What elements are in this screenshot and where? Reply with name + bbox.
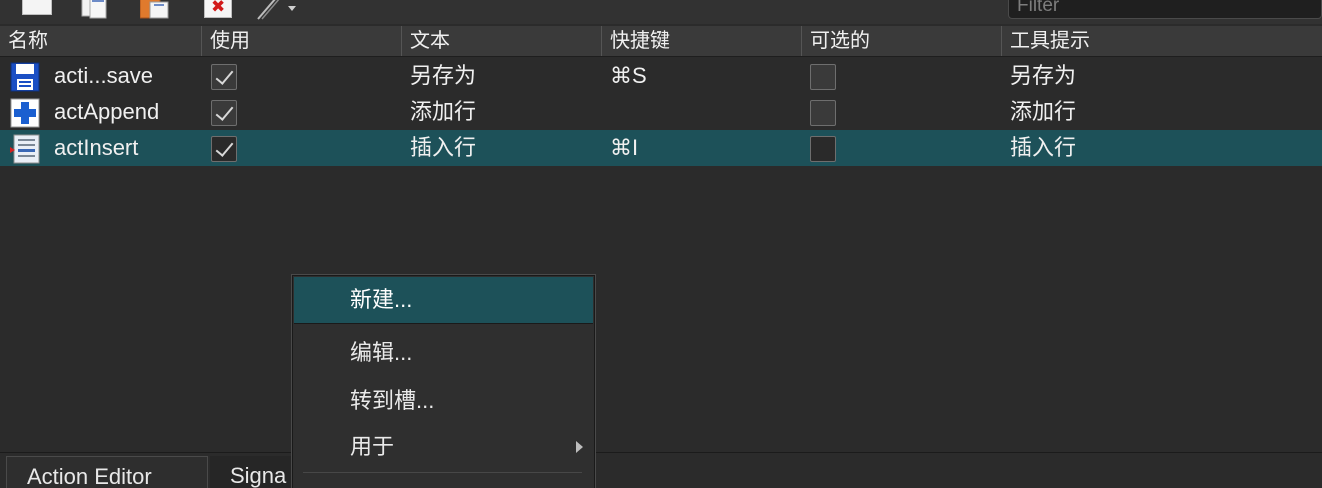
column-header-checkable[interactable]: 可选的 bbox=[802, 26, 1002, 56]
row-text: 添加行 bbox=[410, 99, 477, 124]
delete-icon: ✖ bbox=[211, 0, 226, 16]
row-name: actInsert bbox=[54, 135, 139, 160]
new-document-icon bbox=[22, 0, 52, 15]
used-checkbox[interactable] bbox=[211, 64, 237, 90]
row-shortcut: ⌘S bbox=[610, 63, 647, 88]
copy-action-button[interactable] bbox=[80, 0, 116, 20]
column-header-tooltip[interactable]: 工具提示 bbox=[1002, 26, 1322, 56]
table-header: 名称 使用 文本 快捷键 可选的 工具提示 bbox=[0, 26, 1322, 57]
column-header-shortcut[interactable]: 快捷键 bbox=[602, 26, 802, 56]
filter-field[interactable] bbox=[1008, 0, 1322, 19]
tab-action-editor[interactable]: Action Editor bbox=[6, 456, 208, 488]
paste-action-button[interactable] bbox=[139, 0, 176, 20]
add-plus-icon bbox=[10, 98, 40, 128]
used-checkbox[interactable] bbox=[211, 100, 237, 126]
row-tooltip: 插入行 bbox=[1010, 135, 1077, 160]
menu-separator bbox=[303, 472, 582, 473]
row-tooltip: 添加行 bbox=[1010, 99, 1077, 124]
column-header-name[interactable]: 名称 bbox=[0, 26, 202, 56]
pen-dropdown-icon bbox=[257, 0, 296, 20]
table-row[interactable]: acti...save 另存为 ⌘S 另存为 bbox=[0, 58, 1322, 94]
column-header-text[interactable]: 文本 bbox=[402, 26, 602, 56]
action-editor-window: ✖ 名称 使用 文本 快捷键 可选的 工具提示 acti...sav bbox=[0, 0, 1322, 488]
toolbar: ✖ bbox=[0, 0, 1322, 24]
checkable-checkbox[interactable] bbox=[810, 136, 836, 162]
configure-action-button[interactable] bbox=[254, 0, 304, 20]
menu-separator bbox=[294, 323, 593, 324]
row-tooltip: 另存为 bbox=[1010, 63, 1077, 88]
context-menu: 新建... 编辑... 转到槽... 用于 bbox=[292, 275, 595, 488]
new-action-button[interactable] bbox=[18, 0, 54, 20]
row-text: 插入行 bbox=[410, 135, 477, 160]
table-row-selected[interactable]: actInsert 插入行 ⌘I 插入行 bbox=[0, 130, 1322, 166]
row-name: acti...save bbox=[54, 63, 154, 88]
row-shortcut: ⌘I bbox=[610, 135, 639, 160]
checkable-checkbox[interactable] bbox=[810, 64, 836, 90]
menu-item-new[interactable]: 新建... bbox=[294, 277, 593, 323]
menu-item-edit[interactable]: 编辑... bbox=[294, 330, 593, 376]
paste-icon bbox=[139, 0, 169, 19]
save-floppy-icon bbox=[10, 62, 40, 92]
menu-item-use-for-label: 用于 bbox=[350, 434, 395, 459]
submenu-arrow-icon bbox=[576, 441, 583, 453]
filter-input[interactable] bbox=[1009, 0, 1315, 18]
used-checkbox[interactable] bbox=[211, 136, 237, 162]
menu-item-go-to-slot[interactable]: 转到槽... bbox=[294, 378, 593, 424]
delete-action-button[interactable]: ✖ bbox=[200, 0, 236, 20]
insert-row-icon bbox=[10, 134, 40, 164]
column-header-used[interactable]: 使用 bbox=[202, 26, 402, 56]
menu-item-use-for[interactable]: 用于 bbox=[294, 424, 593, 470]
bottom-tab-bar: Action Editor Signa bbox=[0, 452, 1322, 488]
copy-icon bbox=[81, 0, 107, 19]
row-name: actAppend bbox=[54, 99, 160, 124]
row-text: 另存为 bbox=[410, 63, 477, 88]
table-row[interactable]: actAppend 添加行 添加行 bbox=[0, 94, 1322, 130]
checkable-checkbox[interactable] bbox=[810, 100, 836, 126]
